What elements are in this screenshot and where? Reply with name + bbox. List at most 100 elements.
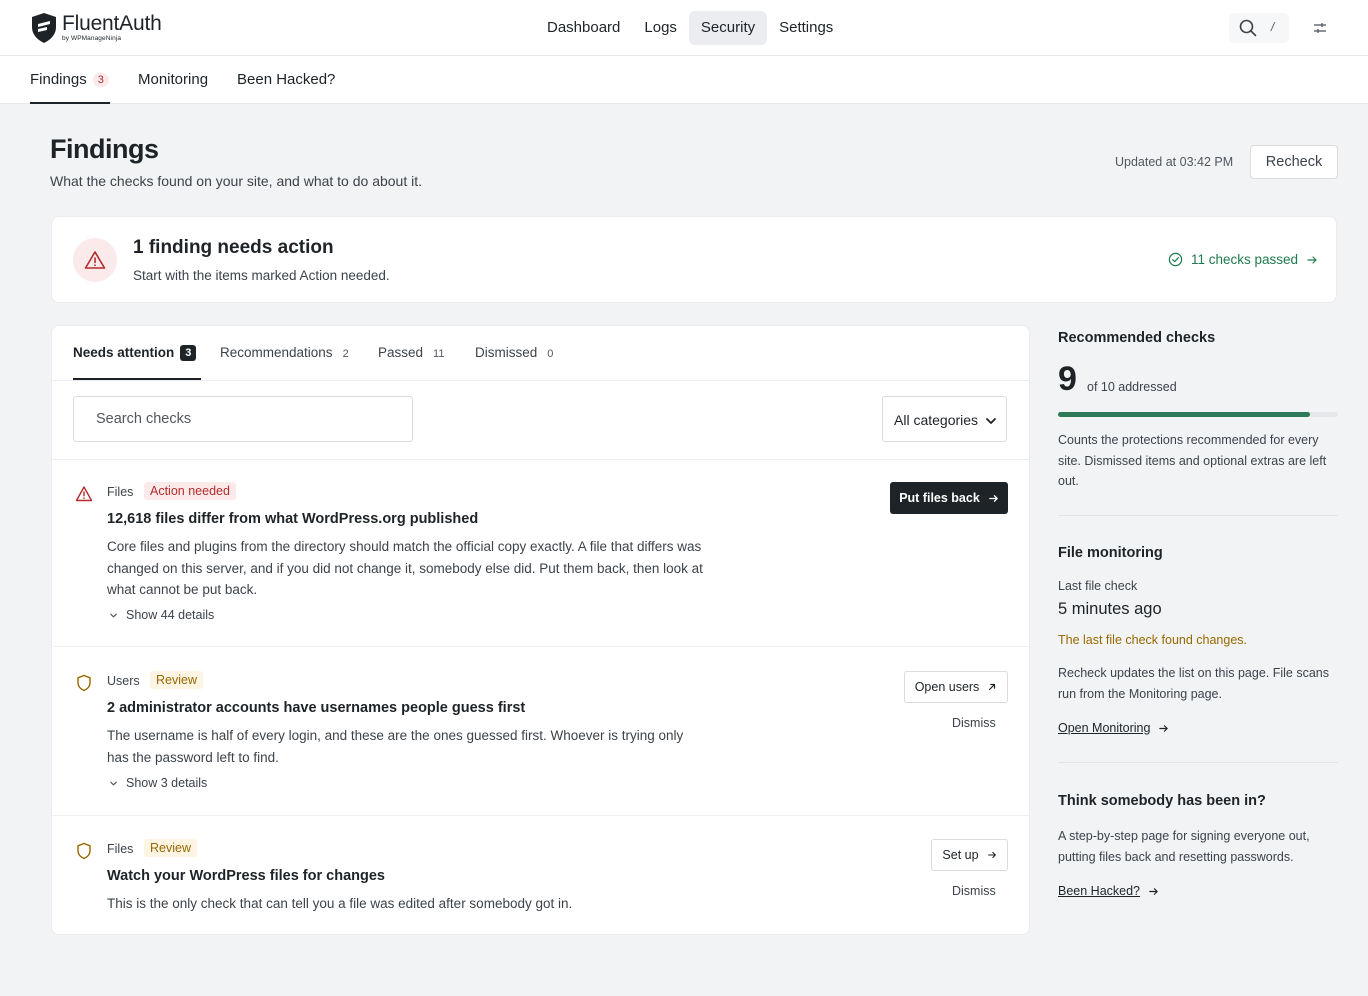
page-title: Findings bbox=[50, 134, 159, 164]
section-title: Recommended checks bbox=[1058, 330, 1216, 346]
show-details-label: Show 44 details bbox=[126, 608, 215, 622]
updated-timestamp: Updated at 03:42 PM bbox=[1115, 155, 1234, 169]
nav-security[interactable]: Security bbox=[688, 11, 768, 45]
tab-label: Passed bbox=[378, 345, 424, 360]
link-label: Open Monitoring bbox=[1058, 721, 1151, 735]
arrow-right-icon bbox=[1307, 255, 1317, 264]
section-note: Counts the protections recommended for e… bbox=[1058, 433, 1327, 488]
sub-nav: Findings 3 Monitoring Been Hacked? bbox=[0, 56, 1368, 104]
category-select-value: All categories bbox=[894, 412, 979, 428]
open-monitoring-link[interactable]: Open Monitoring bbox=[1058, 721, 1169, 735]
dismiss-button[interactable]: Dismiss bbox=[952, 884, 996, 898]
progress-bar bbox=[1058, 412, 1338, 417]
last-check-label: Last file check bbox=[1058, 579, 1138, 593]
arrow-right-icon bbox=[1159, 724, 1169, 732]
divider bbox=[52, 459, 1029, 460]
button-label: Put files back bbox=[899, 491, 980, 505]
subnav-findings-label: Findings bbox=[30, 71, 87, 88]
tab-dismissed[interactable]: Dismissed 0 bbox=[475, 345, 553, 360]
section-note: Recheck updates the list on this page. F… bbox=[1058, 666, 1329, 701]
open-users-button[interactable]: Open users bbox=[904, 671, 1008, 703]
addressed-of-text: of 10 addressed bbox=[1087, 380, 1177, 394]
finding-description: The username is half of every login, and… bbox=[107, 728, 684, 765]
status-badge: Action needed bbox=[144, 482, 236, 500]
summary-title: 1 finding needs action bbox=[133, 237, 334, 258]
tab-count: 11 bbox=[433, 348, 445, 360]
status-badge: Review bbox=[144, 839, 197, 857]
show-details-toggle[interactable]: Show 3 details bbox=[109, 776, 207, 790]
search-icon bbox=[1239, 19, 1257, 37]
subnav-findings[interactable]: Findings 3 bbox=[30, 71, 109, 88]
shield-logo-icon bbox=[32, 13, 56, 43]
nav-settings[interactable]: Settings bbox=[767, 11, 845, 45]
warning-triangle-icon bbox=[84, 251, 106, 269]
brand-logo[interactable]: FluentAuth by WPManageNinja bbox=[30, 12, 162, 44]
file-monitoring-section: File monitoring Last file check 5 minute… bbox=[1058, 545, 1338, 735]
last-check-value: 5 minutes ago bbox=[1058, 600, 1162, 618]
divider bbox=[52, 815, 1029, 816]
sliders-icon[interactable] bbox=[1312, 20, 1328, 36]
addressed-count: 9 bbox=[1058, 360, 1077, 398]
search-checks-input[interactable] bbox=[73, 396, 413, 442]
section-title: Think somebody has been in? bbox=[1058, 793, 1266, 809]
divider bbox=[1058, 762, 1338, 763]
been-hacked-link[interactable]: Been Hacked? bbox=[1058, 884, 1159, 898]
global-search-button[interactable]: / bbox=[1229, 13, 1289, 43]
finding-category: Users bbox=[107, 674, 140, 688]
tab-label: Needs attention bbox=[73, 345, 175, 360]
tab-count: 0 bbox=[547, 348, 554, 360]
finding-description: Core files and plugins from the director… bbox=[107, 539, 703, 597]
warning-triangle-icon bbox=[75, 486, 93, 502]
button-label: Set up bbox=[942, 848, 979, 862]
tab-recommendations[interactable]: Recommendations 2 bbox=[220, 345, 349, 360]
shield-icon bbox=[77, 674, 91, 692]
checks-passed-label: 11 checks passed bbox=[1191, 252, 1299, 267]
recheck-button[interactable]: Recheck bbox=[1250, 145, 1338, 179]
finding-title: Watch your WordPress files for changes bbox=[107, 868, 385, 884]
been-hacked-section: Think somebody has been in? A step-by-st… bbox=[1058, 793, 1338, 898]
tab-needs-attention[interactable]: Needs attention 3 bbox=[73, 345, 197, 361]
progress-fill bbox=[1058, 412, 1310, 417]
external-arrow-icon bbox=[989, 683, 996, 691]
show-details-label: Show 3 details bbox=[126, 776, 208, 790]
active-subnav-indicator bbox=[30, 102, 110, 104]
findings-panel: Needs attention 3 Recommendations 2 Passed… bbox=[51, 325, 1030, 935]
brand-name: FluentAuth bbox=[62, 12, 162, 36]
subnav-monitoring[interactable]: Monitoring bbox=[138, 71, 208, 88]
finding-title: 12,618 files differ from what WordPress.… bbox=[107, 511, 479, 527]
check-circle-icon bbox=[1168, 252, 1183, 267]
summary-alert-badge bbox=[73, 238, 117, 282]
main-nav: Dashboard Logs Security Settings bbox=[535, 11, 845, 45]
link-label: Been Hacked? bbox=[1058, 884, 1141, 898]
tab-passed[interactable]: Passed 11 bbox=[378, 345, 444, 360]
checks-passed-link[interactable]: 11 checks passed bbox=[1168, 252, 1318, 267]
monitoring-warning: The last file check found changes. bbox=[1058, 633, 1248, 647]
tab-label: Dismissed bbox=[475, 345, 538, 360]
category-select[interactable]: All categories bbox=[882, 396, 1007, 442]
brand-subtitle: by WPManageNinja bbox=[62, 35, 122, 43]
arrow-right-icon bbox=[988, 494, 998, 502]
shield-icon bbox=[77, 842, 91, 860]
shortcut-key: / bbox=[1271, 20, 1275, 34]
subnav-been-hacked[interactable]: Been Hacked? bbox=[237, 71, 335, 88]
divider bbox=[1058, 515, 1338, 516]
finding-description: This is the only check that can tell you… bbox=[107, 896, 573, 911]
chevron-down-icon bbox=[110, 613, 117, 617]
chevron-down-icon bbox=[110, 781, 117, 785]
show-details-toggle[interactable]: Show 44 details bbox=[109, 608, 214, 622]
finding-category: Files bbox=[107, 485, 134, 499]
status-badge: Review bbox=[150, 671, 203, 689]
divider bbox=[52, 646, 1029, 647]
tab-label: Recommendations bbox=[220, 345, 333, 360]
summary-subtitle: Start with the items marked Action neede… bbox=[133, 268, 390, 283]
section-title: File monitoring bbox=[1058, 545, 1163, 561]
recommended-checks-section: Recommended checks 9 of 10 addressed Cou… bbox=[1058, 330, 1338, 488]
tab-count: 3 bbox=[180, 345, 197, 361]
dismiss-button[interactable]: Dismiss bbox=[952, 716, 996, 730]
nav-dashboard[interactable]: Dashboard bbox=[535, 11, 632, 45]
findings-tabs: Needs attention 3 Recommendations 2 Passed… bbox=[52, 326, 1029, 381]
nav-logs[interactable]: Logs bbox=[632, 11, 689, 45]
put-files-back-button[interactable]: Put files back bbox=[890, 482, 1008, 514]
set-up-button[interactable]: Set up bbox=[931, 839, 1008, 871]
arrow-right-icon bbox=[987, 851, 996, 859]
